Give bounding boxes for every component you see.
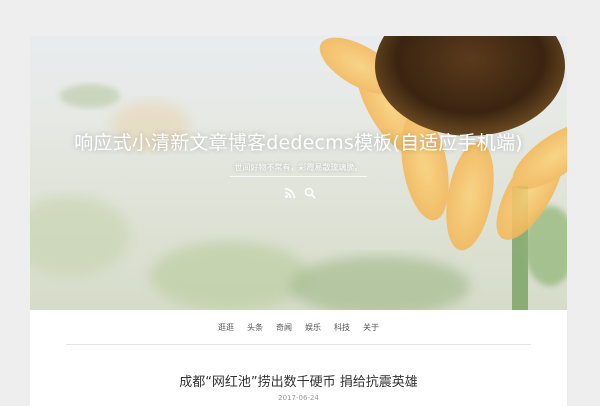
search-icon[interactable] xyxy=(304,184,316,199)
site-subtitle: 世间好物不常有，彩霞易散琉璃脆。 xyxy=(234,163,363,172)
main-nav: 逛逛 头条 奇闻 娱乐 科技 关于 xyxy=(30,310,567,344)
hero-divider xyxy=(230,176,367,177)
sunflower-background xyxy=(30,36,567,310)
nav-item-keji[interactable]: 科技 xyxy=(334,322,350,333)
nav-item-guanyu[interactable]: 关于 xyxy=(363,322,379,333)
hero-icon-row xyxy=(280,184,320,200)
nav-divider xyxy=(66,344,531,345)
nav-item-yule[interactable]: 娱乐 xyxy=(305,322,321,333)
nav-item-guangguang[interactable]: 逛逛 xyxy=(218,322,234,333)
hero-banner: 响应式小清新文章博客dedecms模板(自适应手机端) 世间好物不常有，彩霞易散… xyxy=(30,36,567,310)
post-title[interactable]: 成都“网红池”捞出数千硬币 捐给抗震英雄 xyxy=(30,371,567,390)
post-date: 2017-06-24 xyxy=(278,394,319,402)
rss-icon[interactable] xyxy=(284,184,296,199)
site-title[interactable]: 响应式小清新文章博客dedecms模板(自适应手机端) xyxy=(30,128,567,155)
nav-item-qiwen[interactable]: 奇闻 xyxy=(276,322,292,333)
nav-item-toutiao[interactable]: 头条 xyxy=(247,322,263,333)
site-container: 响应式小清新文章博客dedecms模板(自适应手机端) 世间好物不常有，彩霞易散… xyxy=(30,36,567,406)
